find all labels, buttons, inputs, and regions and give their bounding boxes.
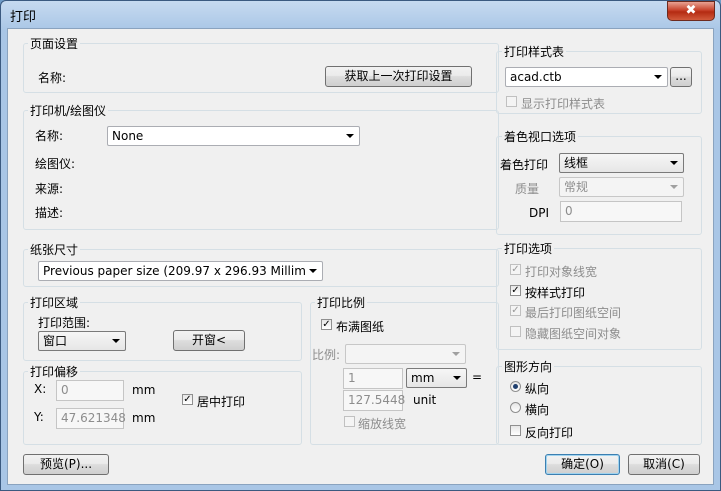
- scale-lineweights-label: 缩放线宽: [358, 417, 407, 431]
- plot-upside-down-checkbox[interactable]: [510, 425, 521, 436]
- scale-select[interactable]: [345, 344, 466, 364]
- source-label: 来源:: [35, 182, 64, 196]
- paper-size-title: 纸张尺寸: [28, 241, 81, 258]
- plot-options-title: 打印选项: [502, 240, 555, 257]
- plot-paperspace-last-label: 最后打印图纸空间: [525, 306, 622, 320]
- scale-numerator-input[interactable]: 1: [343, 368, 403, 389]
- shade-plot-label: 着色打印: [500, 158, 549, 172]
- page-setup-title: 页面设置: [28, 35, 81, 52]
- cancel-button[interactable]: 取消(C): [628, 454, 700, 475]
- plotter-label: 绘图仪:: [35, 157, 76, 171]
- preview-button[interactable]: 预览(P)...: [23, 454, 109, 475]
- scale-lineweights-checkbox[interactable]: [344, 416, 355, 427]
- shade-plot-value: 线框: [564, 156, 589, 170]
- window-title: 打印: [10, 10, 37, 25]
- orientation-title: 图形方向: [502, 358, 555, 375]
- printer-name-value: None: [112, 129, 144, 143]
- plot-style-edit-button[interactable]: ...: [670, 67, 692, 87]
- plot-with-styles-checkbox[interactable]: [510, 285, 521, 296]
- paper-size-value: Previous paper size (209.97 x 296.93 Mil…: [43, 264, 306, 278]
- print-range-label: 打印范围:: [38, 316, 91, 330]
- landscape-radio[interactable]: [510, 402, 521, 413]
- chevron-down-icon: [670, 161, 678, 165]
- plot-style-title: 打印样式表: [502, 43, 567, 60]
- offset-x-input[interactable]: 0: [56, 380, 124, 401]
- scale-denominator-input[interactable]: 127.5448: [343, 390, 405, 411]
- description-label: 描述:: [35, 206, 64, 220]
- plot-style-value: acad.ctb: [510, 70, 562, 84]
- fit-to-paper-checkbox[interactable]: [321, 319, 332, 330]
- dialog-client: 页面设置 名称: 获取上一次打印设置 打印机/绘图仪 名称: None 绘图仪:…: [7, 28, 714, 485]
- show-plot-styles-label: 显示打印样式表: [521, 97, 606, 111]
- quality-label: 质量: [515, 182, 540, 196]
- load-last-settings-button[interactable]: 获取上一次打印设置: [325, 66, 472, 87]
- scale-denominator-unit: unit: [413, 393, 437, 407]
- scale-unit-value: mm: [411, 371, 435, 385]
- open-window-button[interactable]: 开窗<: [173, 330, 245, 351]
- chevron-down-icon: [346, 134, 354, 138]
- dpi-input[interactable]: 0: [560, 201, 682, 222]
- print-range-select[interactable]: 窗口: [38, 331, 126, 351]
- chevron-down-icon: [309, 269, 317, 273]
- quality-value: 常规: [564, 180, 589, 194]
- center-plot-checkbox[interactable]: [182, 394, 193, 405]
- offset-x-label: X:: [34, 382, 47, 396]
- fit-to-paper-label: 布满图纸: [336, 320, 385, 334]
- print-scale-title: 打印比例: [315, 294, 368, 311]
- scale-equals-sign: =: [472, 370, 483, 384]
- scale-unit-select[interactable]: mm: [406, 368, 467, 388]
- chevron-down-icon: [452, 352, 460, 356]
- close-button[interactable]: ✖: [667, 1, 715, 21]
- printer-name-select[interactable]: None: [107, 126, 360, 146]
- offset-x-unit: mm: [132, 383, 156, 397]
- plot-with-styles-label: 按样式打印: [525, 286, 586, 300]
- plot-lineweights-checkbox[interactable]: [510, 264, 521, 275]
- chevron-down-icon: [654, 75, 662, 79]
- chevron-down-icon: [112, 339, 120, 343]
- quality-select[interactable]: 常规: [559, 177, 684, 197]
- paper-size-select[interactable]: Previous paper size (209.97 x 296.93 Mil…: [38, 261, 323, 281]
- portrait-label: 纵向: [525, 382, 550, 396]
- offset-y-label: Y:: [34, 410, 44, 424]
- offset-y-unit: mm: [132, 411, 156, 425]
- printer-title: 打印机/绘图仪: [28, 102, 109, 119]
- chevron-down-icon: [453, 376, 461, 380]
- offset-y-input[interactable]: 47.621348: [56, 408, 126, 429]
- show-plot-styles-checkbox[interactable]: [506, 96, 517, 107]
- chevron-down-icon: [670, 185, 678, 189]
- hide-paperspace-objects-label: 隐藏图纸空间对象: [525, 327, 622, 341]
- plot-lineweights-label: 打印对象线宽: [525, 265, 598, 279]
- title-bar[interactable]: 打印 ✖: [0, 0, 721, 28]
- shaded-viewport-title: 着色视口选项: [502, 128, 579, 145]
- print-offset-title: 打印偏移: [28, 363, 81, 380]
- print-range-value: 窗口: [43, 334, 68, 348]
- shade-plot-select[interactable]: 线框: [559, 153, 684, 173]
- landscape-label: 横向: [525, 403, 550, 417]
- scale-label: 比例:: [312, 348, 341, 362]
- plot-upside-down-label: 反向打印: [525, 426, 574, 440]
- plot-paperspace-last-checkbox[interactable]: [510, 305, 521, 316]
- page-setup-name-label: 名称:: [38, 71, 67, 85]
- hide-paperspace-objects-checkbox[interactable]: [510, 326, 521, 337]
- print-area-title: 打印区域: [28, 294, 81, 311]
- dpi-label: DPI: [529, 206, 550, 220]
- close-icon: ✖: [685, 3, 697, 18]
- center-plot-label: 居中打印: [197, 395, 246, 409]
- portrait-radio[interactable]: [510, 381, 521, 392]
- printer-name-label: 名称:: [35, 129, 64, 143]
- ok-button[interactable]: 确定(O): [545, 454, 620, 475]
- plot-style-select[interactable]: acad.ctb: [505, 67, 668, 87]
